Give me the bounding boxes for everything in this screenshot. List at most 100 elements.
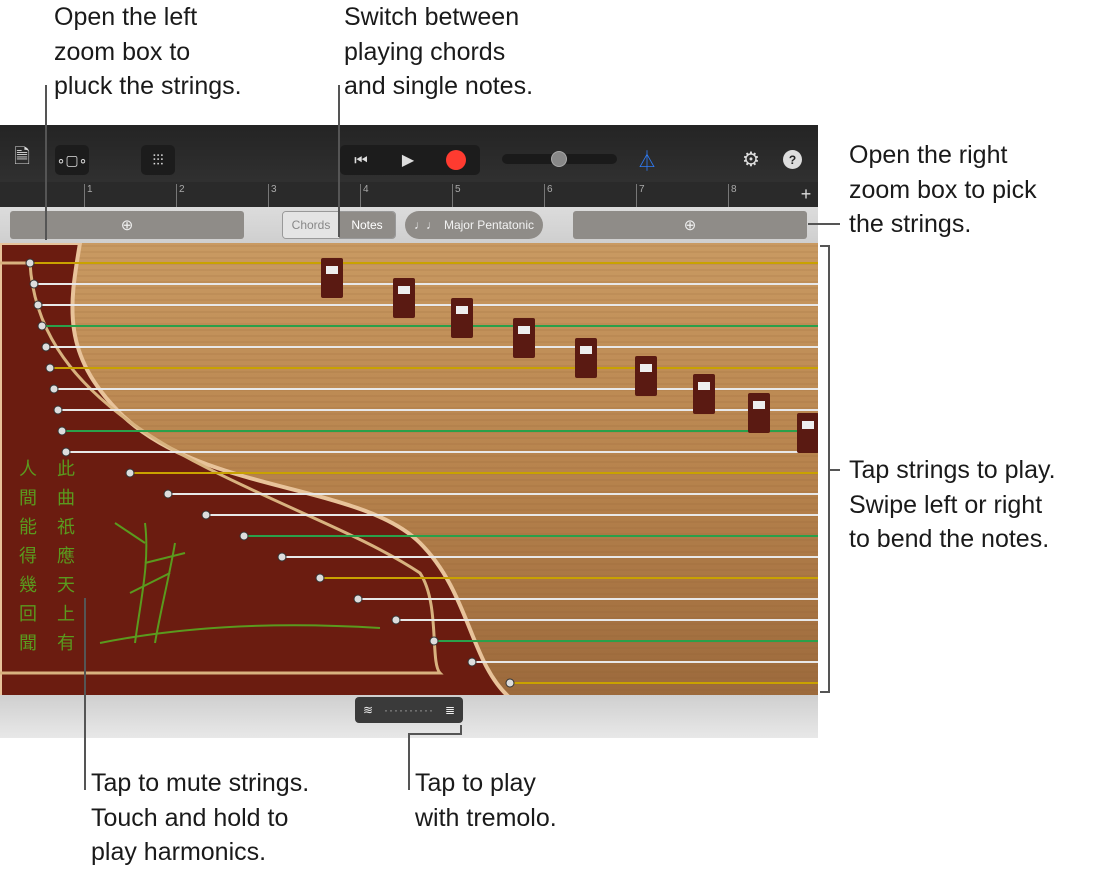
- callout-line: Tap to mute strings.: [91, 769, 310, 797]
- guzheng-strings-area[interactable]: [0, 243, 818, 698]
- tuning-peg: [315, 573, 325, 583]
- slider-thumb[interactable]: [551, 151, 567, 167]
- tuning-peg: [57, 426, 67, 436]
- go-to-beginning-button[interactable]: ⏮: [344, 145, 378, 175]
- ruler-bar: 8: [728, 184, 737, 207]
- mixer-sliders-icon[interactable]: ⫶⫶⫶: [141, 145, 175, 175]
- browser-view-button[interactable]: ∘▢∘: [55, 145, 89, 175]
- string-bridge: [797, 413, 818, 453]
- my-songs-icon[interactable]: 🗎: [12, 146, 32, 171]
- bridge-highlight: [580, 346, 592, 354]
- string-bridge: [748, 393, 770, 433]
- callout-line: playing chords: [344, 37, 506, 66]
- bridge-highlight: [456, 306, 468, 314]
- bridge-highlight: [640, 364, 652, 372]
- leader-line: [45, 85, 47, 240]
- callout-line: Open the left: [54, 3, 198, 31]
- tuning-peg: [41, 342, 51, 352]
- callout-line: zoom box to pick: [849, 175, 1037, 204]
- tuning-peg: [37, 321, 47, 331]
- tuning-peg: [353, 594, 363, 604]
- callout-mute: Tap to mute strings. Touch and hold to pla…: [91, 766, 309, 870]
- ruler-bar: 1: [84, 184, 93, 207]
- tremolo-slow-icon: ≋: [363, 703, 374, 717]
- tremolo-control[interactable]: ≋ ·········· ≣: [355, 697, 463, 723]
- callout-line: Tap to play: [415, 769, 536, 797]
- leader-line: [338, 85, 340, 237]
- callout-strings: Tap strings to play. Swipe left or right t…: [849, 453, 1056, 557]
- tuning-peg: [429, 636, 439, 646]
- add-section-button[interactable]: +: [796, 184, 816, 204]
- tuning-peg: [125, 468, 135, 478]
- string-bridge: [693, 374, 715, 414]
- leader-line: [460, 725, 462, 735]
- ruler-bar: 7: [636, 184, 645, 207]
- guzheng-app: 🗎 ∘▢∘ ⫶⫶⫶ ⏮ ▶ ⏃ ⚙ ? 1 2 3 4 5 6 7 8 + ⊕ …: [0, 125, 818, 738]
- tremolo-fast-icon: ≣: [444, 703, 455, 717]
- notes-segment[interactable]: Notes: [339, 212, 395, 238]
- zoom-in-icon: ⊕: [120, 217, 134, 234]
- leader-line: [808, 223, 840, 225]
- chords-segment[interactable]: Chords: [283, 212, 339, 238]
- callout-line: Open the right: [849, 141, 1008, 169]
- tuning-peg: [467, 657, 477, 667]
- string-bridge: [451, 298, 473, 338]
- callout-left-zoom: Open the left zoom box to pluck the string…: [54, 0, 242, 104]
- callout-line: Touch and hold to: [91, 803, 289, 832]
- bridge-highlight: [753, 401, 765, 409]
- string-bridge: [393, 278, 415, 318]
- tremolo-dots: ··········: [384, 703, 434, 717]
- string-bridge: [321, 258, 343, 298]
- ruler-bar: 5: [452, 184, 461, 207]
- inscription-right-column: 此曲祇應天上有: [57, 459, 75, 653]
- callout-line: play harmonics.: [91, 838, 267, 866]
- callout-line: with tremolo.: [415, 803, 557, 832]
- play-button[interactable]: ▶: [390, 145, 426, 175]
- bridge-highlight: [698, 382, 710, 390]
- tuning-peg: [239, 531, 249, 541]
- ruler-bar: 6: [544, 184, 553, 207]
- bridge-highlight: [518, 326, 530, 334]
- tuning-peg: [49, 384, 59, 394]
- metronome-icon[interactable]: ⏃: [636, 147, 658, 173]
- leader-line: [408, 733, 461, 735]
- callout-chords-notes: Switch between playing chords and single n…: [344, 0, 533, 104]
- right-zoom-box[interactable]: ⊕: [573, 211, 807, 239]
- timeline-ruler[interactable]: 1 2 3 4 5 6 7 8 +: [0, 182, 818, 207]
- callout-line: Tap strings to play.: [849, 456, 1056, 484]
- callout-right-zoom: Open the right zoom box to pick the string…: [849, 138, 1037, 242]
- callout-line: the strings.: [849, 210, 972, 238]
- help-icon[interactable]: ?: [783, 150, 802, 169]
- callout-line: zoom box to: [54, 37, 191, 66]
- tuning-peg: [53, 405, 63, 415]
- record-button[interactable]: [446, 150, 466, 170]
- string-bridge: [575, 338, 597, 378]
- tuning-peg: [163, 489, 173, 499]
- string-bridge: [513, 318, 535, 358]
- zoom-in-icon: ⊕: [683, 217, 697, 234]
- settings-gear-icon[interactable]: ⚙: [739, 147, 763, 171]
- scale-button[interactable]: ♩♩ Major Pentatonic: [405, 211, 543, 239]
- tuning-peg: [201, 510, 211, 520]
- leader-line: [820, 245, 830, 247]
- tuning-peg: [277, 552, 287, 562]
- inscription-left-column: 人間能得幾回聞: [19, 459, 37, 653]
- bridge-highlight: [326, 266, 338, 274]
- bridge-highlight: [802, 421, 814, 429]
- callout-line: pluck the strings.: [54, 72, 242, 100]
- callout-line: Swipe left or right: [849, 490, 1043, 519]
- music-note-icon: ♩♩: [413, 218, 438, 232]
- tuning-peg: [45, 363, 55, 373]
- tuning-peg: [391, 615, 401, 625]
- callout-line: Switch between: [344, 3, 520, 31]
- tuning-peg: [505, 678, 515, 688]
- instrument-controls: ⊕ Chords Notes ♩♩ Major Pentatonic ⊕: [0, 207, 818, 243]
- ruler-bar: 4: [360, 184, 369, 207]
- ruler-bar: 3: [268, 184, 277, 207]
- leader-line: [84, 598, 86, 790]
- ruler-bar: 2: [176, 184, 185, 207]
- callout-line: and single notes.: [344, 72, 534, 100]
- control-bar: 🗎 ∘▢∘ ⫶⫶⫶ ⏮ ▶ ⏃ ⚙ ?: [0, 125, 818, 182]
- leader-line: [408, 733, 410, 790]
- tuning-peg: [25, 258, 35, 268]
